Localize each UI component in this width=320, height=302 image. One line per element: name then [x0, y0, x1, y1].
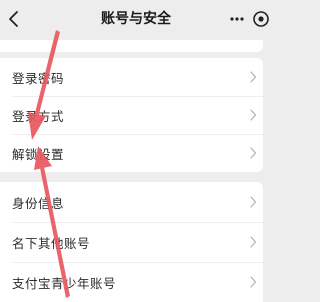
chevron-right-icon — [250, 147, 257, 159]
list-item-unlock-settings[interactable]: 解锁设置 — [0, 134, 263, 172]
settings-section-accounts: 身份信息 名下其他账号 支付宝青少年账号 — [0, 182, 263, 302]
list-item-login-password[interactable]: 登录密码 — [0, 58, 263, 96]
chevron-right-icon — [250, 71, 257, 83]
list-item-other-accounts[interactable]: 名下其他账号 — [0, 222, 263, 262]
list-item-identity-info[interactable]: 身份信息 — [0, 182, 263, 222]
list-item-label: 解锁设置 — [12, 146, 65, 162]
target-circle-icon[interactable] — [252, 10, 270, 28]
more-dots-icon[interactable] — [229, 11, 245, 27]
previous-card — [0, 40, 263, 52]
list-item-login-method[interactable]: 登录方式 — [0, 96, 263, 134]
chevron-right-icon — [250, 109, 257, 121]
list-item-label: 支付宝青少年账号 — [12, 275, 117, 291]
chevron-right-icon — [250, 196, 257, 208]
settings-section-login: 登录密码 登录方式 解锁设置 — [0, 58, 263, 172]
list-item-teen-account[interactable]: 支付宝青少年账号 — [0, 262, 263, 302]
list-item-label: 名下其他账号 — [12, 235, 91, 251]
list-item-label: 登录密码 — [12, 70, 65, 86]
chevron-right-icon — [250, 236, 257, 248]
list-item-label: 身份信息 — [12, 195, 65, 211]
list-item-label: 登录方式 — [12, 108, 65, 124]
nav-bar: 账号与安全 — [0, 0, 272, 40]
chevron-right-icon — [250, 276, 257, 288]
